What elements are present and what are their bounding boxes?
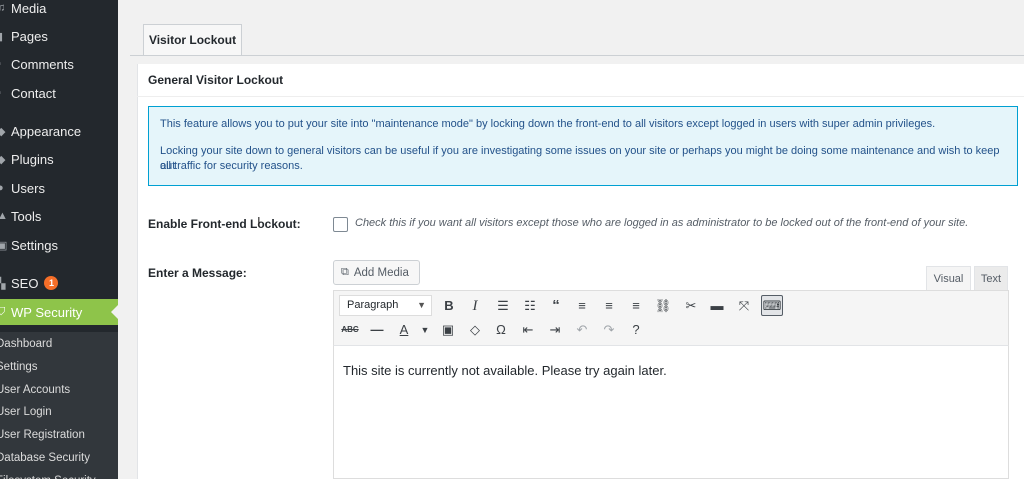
add-media-button[interactable]: ⧉ Add Media — [333, 260, 420, 285]
submenu-item-filesystem-security[interactable]: Filesystem Security — [0, 471, 96, 479]
redo-icon[interactable]: ↷ — [599, 320, 619, 340]
add-media-label: Add Media — [353, 266, 409, 279]
info-text-3: all traffic for security reasons. — [160, 160, 303, 172]
lockout-description: Check this if you want all visitors exce… — [355, 217, 969, 229]
numbered-list-icon[interactable]: ☷ — [520, 296, 540, 316]
lockout-checkbox[interactable] — [333, 217, 348, 232]
special-character-icon[interactable]: Ω — [491, 320, 511, 340]
menu-item-appearance[interactable]: ◆ Appearance — [0, 118, 118, 144]
shield-icon: ⛉ — [0, 305, 6, 318]
text-color-icon[interactable]: A — [394, 320, 414, 340]
seo-icon: ▚ — [0, 277, 6, 290]
help-icon[interactable]: ? — [626, 320, 646, 340]
pages-icon: ▮ — [0, 30, 4, 43]
active-arrow-indicator — [111, 305, 118, 319]
link-icon[interactable]: ⛓ — [653, 296, 673, 316]
panel-title-divider — [137, 96, 1024, 97]
text-color-dropdown-icon[interactable]: ▼ — [415, 320, 435, 340]
submenu-item-database-security[interactable]: Database Security — [0, 448, 90, 468]
plugins-icon: ◆ — [0, 153, 6, 166]
menu-item-comments[interactable]: ▪ Comments — [0, 51, 118, 77]
users-icon: ● — [0, 182, 4, 194]
indent-icon[interactable]: ⇥ — [545, 320, 565, 340]
read-more-icon[interactable]: ▬ — [707, 296, 727, 316]
submenu-item-user-accounts[interactable]: User Accounts — [0, 380, 70, 400]
add-media-icon: ⧉ — [341, 266, 349, 278]
unlink-icon[interactable]: ✂ — [681, 296, 701, 316]
menu-item-seo[interactable]: ▚ SEO 1 — [0, 270, 118, 296]
clear-formatting-icon[interactable]: ◇ — [465, 320, 485, 340]
toolbar-toggle-icon[interactable]: ⌨ — [761, 295, 783, 316]
tab-visitor-lockout[interactable]: Visitor Lockout — [143, 24, 242, 55]
menu-item-wp-security[interactable]: ⛉ WP Security — [0, 299, 118, 325]
submenu-item-user-login[interactable]: User Login — [0, 402, 52, 422]
menu-item-tools[interactable]: ▲ Tools — [0, 203, 118, 229]
admin-sidebar: ♫ Media ▮ Pages ▪ Comments ▪ Contact ◆ A… — [0, 0, 118, 479]
panel-title: General Visitor Lockout — [148, 73, 284, 87]
align-left-icon[interactable]: ≡ — [572, 296, 592, 316]
info-notice: This feature allows you to put your site… — [148, 106, 1018, 186]
italic-icon[interactable]: I — [465, 296, 485, 316]
seo-notification-badge: 1 — [44, 276, 59, 290]
submenu-item-user-registration[interactable]: User Registration — [0, 425, 85, 445]
text-cursor-icon: I — [257, 214, 261, 229]
message-label: Enter a Message: — [148, 266, 247, 280]
tools-icon: ▲ — [0, 210, 8, 222]
format-select[interactable]: Paragraph ▼ — [339, 295, 432, 316]
align-right-icon[interactable]: ≡ — [626, 296, 646, 316]
settings-icon: ▣ — [0, 239, 8, 252]
strikethrough-icon[interactable]: ABC — [340, 320, 360, 340]
submenu-item-dashboard[interactable]: Dashboard — [0, 334, 52, 354]
info-text-1: This feature allows you to put your site… — [160, 118, 936, 130]
tab-divider — [130, 55, 1024, 56]
menu-item-pages[interactable]: ▮ Pages — [0, 23, 118, 49]
contact-icon: ▪ — [0, 87, 11, 99]
align-center-icon[interactable]: ≡ — [599, 296, 619, 316]
wp-security-submenu: Dashboard Settings User Accounts User Lo… — [0, 332, 118, 479]
undo-icon[interactable]: ↶ — [572, 320, 592, 340]
editor-tab-text[interactable]: Text — [974, 266, 1008, 291]
menu-item-users[interactable]: ● Users — [0, 175, 118, 201]
editor-content[interactable]: This site is currently not available. Pl… — [343, 363, 667, 378]
menu-item-settings[interactable]: ▣ Settings — [0, 232, 118, 258]
chevron-down-icon: ▼ — [417, 300, 426, 310]
fullscreen-icon[interactable]: ⤧ — [734, 296, 754, 316]
menu-item-contact[interactable]: ▪ Contact — [0, 80, 118, 106]
appearance-icon: ◆ — [0, 125, 6, 138]
blockquote-icon[interactable]: “ — [546, 296, 566, 316]
outdent-icon[interactable]: ⇤ — [518, 320, 538, 340]
bullet-list-icon[interactable]: ☰ — [493, 296, 513, 316]
submenu-item-settings[interactable]: Settings — [0, 357, 38, 377]
format-select-value: Paragraph — [347, 299, 399, 311]
comments-icon: ▪ — [0, 58, 11, 70]
media-icon: ♫ — [0, 2, 6, 14]
menu-item-media[interactable]: ♫ Media — [0, 0, 118, 21]
top-divider — [118, 0, 1024, 4]
editor-tab-visual[interactable]: Visual — [926, 266, 971, 291]
paste-text-icon[interactable]: ▣ — [438, 320, 458, 340]
horizontal-line-icon[interactable]: — — [367, 320, 387, 340]
lockout-label: Enable Front-end Lockout: — [148, 217, 301, 231]
menu-item-plugins[interactable]: ◆ Plugins — [0, 146, 118, 172]
bold-icon[interactable]: B — [439, 296, 459, 316]
